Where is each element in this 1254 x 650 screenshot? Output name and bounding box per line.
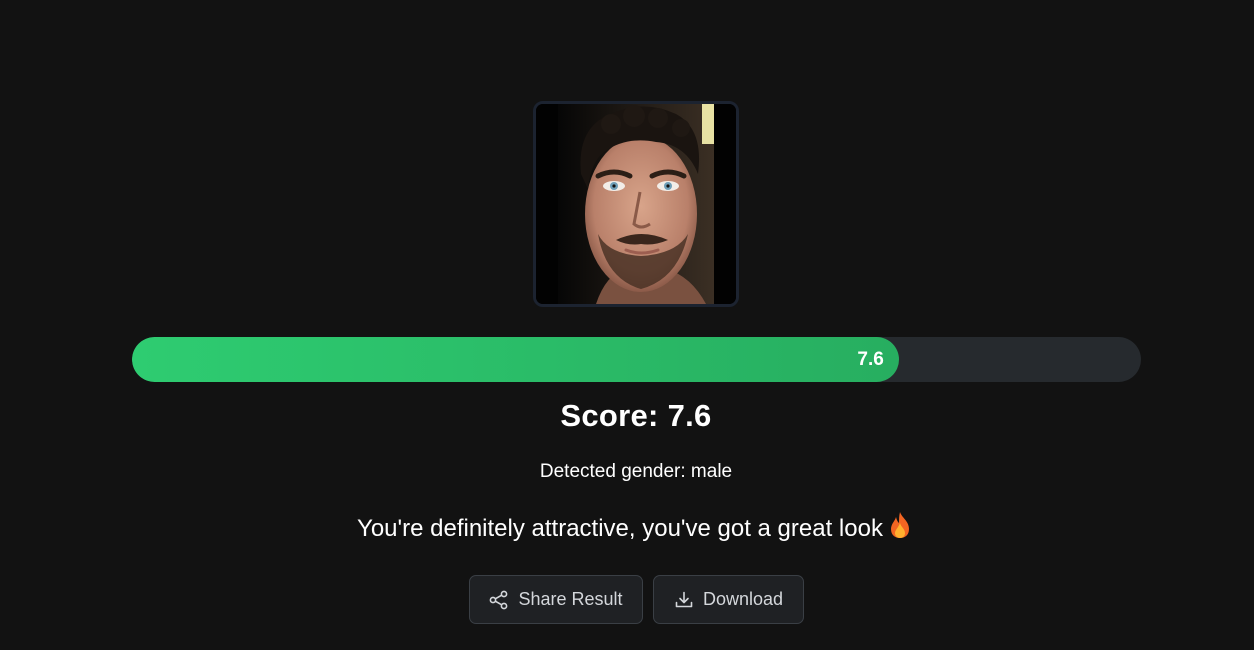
fire-icon (889, 511, 911, 546)
download-icon (674, 590, 694, 610)
score-progress-bar: 7.6 (132, 337, 1141, 382)
share-result-button[interactable]: Share Result (469, 575, 643, 624)
score-progress-fill: 7.6 (132, 337, 899, 382)
download-label: Download (702, 589, 784, 609)
result-message-text: You're definitely attractive, you've got… (357, 515, 883, 542)
result-message: You're definitely attractive, you've got… (0, 511, 1254, 546)
score-heading: Score: 7.6 (560, 398, 712, 433)
share-result-label: Share Result (518, 589, 623, 609)
detected-gender-text: Detected gender: male (539, 461, 733, 482)
score-progress-label: 7.6 (857, 349, 884, 370)
uploaded-photo (533, 101, 739, 307)
result-page: 7.6 Score: 7.6 Detected gender: male You… (0, 0, 1254, 650)
share-icon (489, 590, 509, 610)
download-button[interactable]: Download (653, 575, 804, 624)
face-photo-image (536, 104, 736, 304)
